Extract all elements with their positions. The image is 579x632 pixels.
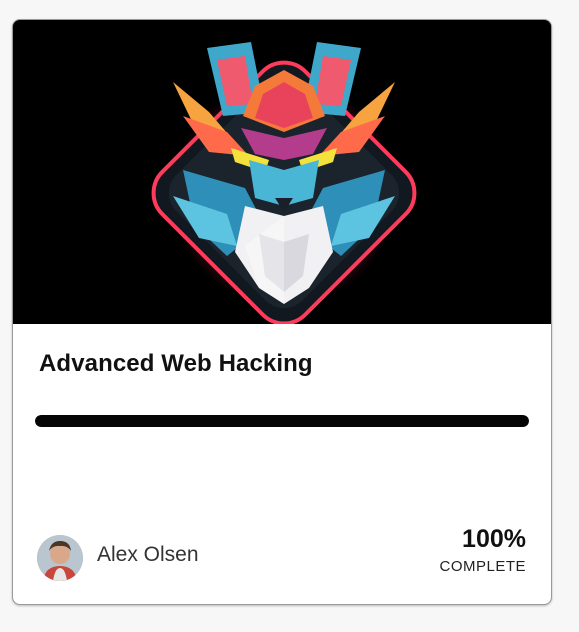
fox-logo-icon bbox=[13, 20, 551, 324]
progress-percent: 100% bbox=[462, 525, 526, 553]
course-progress-fill bbox=[35, 415, 529, 427]
course-banner-image bbox=[13, 20, 551, 324]
author-avatar bbox=[37, 535, 83, 581]
course-card[interactable]: Advanced Web Hacking Alex Olsen 100% COM… bbox=[12, 19, 552, 605]
course-progress-bar bbox=[35, 415, 529, 427]
author-name: Alex Olsen bbox=[97, 543, 199, 566]
progress-status: COMPLETE bbox=[439, 558, 526, 575]
person-avatar-icon bbox=[37, 535, 83, 581]
course-title[interactable]: Advanced Web Hacking bbox=[39, 350, 313, 378]
